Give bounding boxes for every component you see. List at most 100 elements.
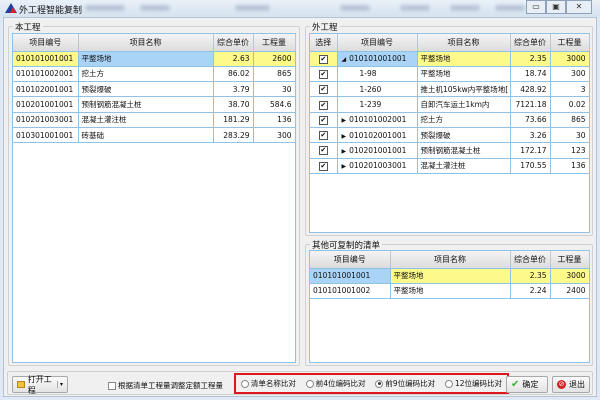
radio-label: 12位编码比对 bbox=[455, 379, 503, 388]
table-row[interactable]: 010201003001 混凝土灌注桩 181.29 136 bbox=[13, 112, 296, 128]
cell-code: ▶ 010101002001 bbox=[337, 112, 418, 128]
external-items-table[interactable]: 选择 项目编号 项目名称 综合单价 工程量 ✔ ◢ 010101001001 平整场地… bbox=[310, 34, 590, 174]
table-row[interactable]: ✔ ▶ 010201001001 预制钢筋混凝土桩 172.17 123 bbox=[310, 142, 590, 159]
open-project-button[interactable]: 打开工程 ▾ bbox=[12, 375, 68, 395]
checkbox[interactable]: ✔ bbox=[318, 161, 328, 171]
cell-name: 预制钢筋混凝土桩 bbox=[78, 96, 214, 113]
col-price[interactable]: 综合单价 bbox=[510, 34, 551, 52]
cell-name: 平整场地 bbox=[78, 51, 214, 67]
local-items-table[interactable]: 项目编号 项目名称 综合单价 工程量 010101001001 平整场地 2.63 2… bbox=[13, 34, 296, 144]
col-price[interactable]: 综合单价 bbox=[510, 251, 551, 269]
checkbox[interactable]: ✔ bbox=[318, 85, 328, 95]
col-name[interactable]: 项目名称 bbox=[78, 34, 214, 52]
cell-qty: 30 bbox=[550, 127, 590, 144]
radio-button-icon[interactable] bbox=[375, 379, 384, 388]
code-text: 1-239 bbox=[359, 100, 382, 110]
table-row[interactable]: ✔ 1-239 自卸汽车运土1km内 7121.18 0.02 bbox=[310, 96, 590, 113]
maximize-button[interactable]: ▣ bbox=[546, 0, 566, 14]
table-row[interactable]: ✔ 1-98 平整场地 18.74 300 bbox=[310, 66, 590, 83]
expand-icon[interactable]: ▶ bbox=[342, 133, 347, 140]
other-items-group: 其他可复制的清单 项目编号 项目名称 综合单价 工程量 010101001001… bbox=[305, 239, 593, 366]
table-row[interactable]: ✔ 1-260 推土机105kw内平整场地[428.92 3 bbox=[310, 81, 590, 98]
cell-code: 010101001001 bbox=[13, 51, 79, 67]
col-code[interactable]: 项目编号 bbox=[337, 34, 418, 52]
cell-select[interactable]: ✔ bbox=[310, 142, 338, 159]
checkbox[interactable]: ✔ bbox=[318, 100, 328, 110]
col-code[interactable]: 项目编号 bbox=[13, 34, 79, 52]
radio-button-icon[interactable] bbox=[240, 379, 249, 388]
cell-name: 砖基础 bbox=[78, 127, 214, 144]
cell-select[interactable]: ✔ bbox=[310, 51, 338, 67]
compare-mode-radio[interactable]: 前9位编码比对 bbox=[375, 378, 435, 389]
checkbox[interactable]: ✔ bbox=[318, 54, 328, 64]
close-button[interactable]: ✕ bbox=[566, 0, 592, 14]
table-row[interactable]: 010101002001 挖土方 86.02 865 bbox=[13, 66, 296, 83]
stop-icon: ⊘ bbox=[557, 380, 566, 389]
cell-price: 2.35 bbox=[510, 268, 551, 284]
col-code[interactable]: 项目编号 bbox=[310, 251, 391, 269]
table-row[interactable]: 010101001002 平整场地 2.24 2400 bbox=[310, 283, 590, 300]
cell-price: 86.02 bbox=[213, 66, 254, 83]
cell-select[interactable]: ✔ bbox=[310, 112, 338, 128]
cell-qty: 2600 bbox=[253, 51, 296, 67]
cell-qty: 136 bbox=[253, 112, 296, 128]
cell-name: 预制钢筋混凝土桩 bbox=[417, 142, 511, 159]
cell-qty: 136 bbox=[550, 158, 590, 174]
cell-price: 3.79 bbox=[213, 81, 254, 98]
external-project-label: 外工程 bbox=[310, 21, 340, 33]
table-row[interactable]: ✔ ▶ 010102001001 预裂爆破 3.26 30 bbox=[310, 127, 590, 144]
table-row[interactable]: 010101001001 平整场地 2.35 3000 bbox=[310, 268, 590, 284]
minimize-button[interactable]: ▭ bbox=[526, 0, 546, 14]
checkbox[interactable]: ✔ bbox=[318, 131, 328, 141]
cell-qty: 584.6 bbox=[253, 96, 296, 113]
cell-price: 283.29 bbox=[213, 127, 254, 144]
expand-icon[interactable]: ▶ bbox=[342, 148, 347, 155]
checkbox[interactable]: ✔ bbox=[318, 69, 328, 79]
col-select[interactable]: 选择 bbox=[310, 34, 338, 52]
table-row[interactable]: ✔ ▶ 010201003001 混凝土灌注桩 170.55 136 bbox=[310, 158, 590, 174]
cell-select[interactable]: ✔ bbox=[310, 96, 338, 113]
cell-code: 010101001001 bbox=[310, 268, 391, 284]
cell-price: 428.92 bbox=[510, 81, 551, 98]
table-row[interactable]: 010201001001 预制钢筋混凝土桩 38.70 584.6 bbox=[13, 96, 296, 113]
col-qty[interactable]: 工程量 bbox=[253, 34, 296, 52]
checkbox[interactable]: ✔ bbox=[318, 146, 328, 156]
code-text: 010101002001 bbox=[349, 115, 407, 125]
compare-mode-radio[interactable]: 前4位编码比对 bbox=[305, 378, 366, 389]
col-name[interactable]: 项目名称 bbox=[390, 251, 511, 269]
cell-code: 010102001001 bbox=[13, 81, 79, 98]
external-project-group: 外工程 选择 项目编号 项目名称 综合单价 工程量 ✔ ◢ 010101001001… bbox=[305, 21, 593, 236]
adjust-quantity-checkbox[interactable]: 根据清单工程量调整定额工程量 bbox=[108, 380, 223, 391]
exit-button[interactable]: ⊘ 退出 bbox=[552, 376, 590, 393]
cell-select[interactable]: ✔ bbox=[310, 66, 338, 83]
code-text: 010201003001 bbox=[349, 161, 407, 171]
compare-mode-radio[interactable]: 清单名称比对 bbox=[240, 378, 296, 389]
expand-icon[interactable]: ▶ bbox=[342, 163, 347, 170]
table-row[interactable]: 010101001001 平整场地 2.63 2600 bbox=[13, 51, 296, 67]
cell-name: 混凝土灌注桩 bbox=[78, 112, 214, 128]
dropdown-arrow-icon[interactable]: ▾ bbox=[56, 381, 63, 388]
checkbox[interactable]: ✔ bbox=[318, 115, 328, 125]
cell-name: 预裂爆破 bbox=[417, 127, 511, 144]
col-name[interactable]: 项目名称 bbox=[417, 34, 511, 52]
col-price[interactable]: 综合单价 bbox=[213, 34, 254, 52]
compare-mode-radio[interactable]: 12位编码比对 bbox=[445, 378, 502, 389]
radio-button-icon[interactable] bbox=[305, 379, 314, 388]
table-row[interactable]: 010102001001 预裂爆破 3.79 30 bbox=[13, 81, 296, 98]
cell-code: 1-239 bbox=[337, 96, 418, 113]
collapse-icon[interactable]: ◢ bbox=[342, 56, 347, 63]
cell-select[interactable]: ✔ bbox=[310, 81, 338, 98]
checkbox-icon[interactable] bbox=[108, 381, 116, 390]
table-row[interactable]: 010301001001 砖基础 283.29 300 bbox=[13, 127, 296, 144]
col-qty[interactable]: 工程量 bbox=[550, 251, 590, 269]
ok-button[interactable]: ✔ 确定 bbox=[506, 376, 548, 393]
col-qty[interactable]: 工程量 bbox=[550, 34, 590, 52]
cell-select[interactable]: ✔ bbox=[310, 127, 338, 144]
expand-icon[interactable]: ▶ bbox=[342, 117, 347, 124]
table-row[interactable]: ✔ ▶ 010101002001 挖土方 73.66 865 bbox=[310, 112, 590, 128]
cell-select[interactable]: ✔ bbox=[310, 158, 338, 174]
other-items-table[interactable]: 项目编号 项目名称 综合单价 工程量 010101001001 平整场地 2.35 3… bbox=[310, 251, 590, 300]
radio-button-icon[interactable] bbox=[445, 379, 454, 388]
table-row[interactable]: ✔ ◢ 010101001001 平整场地 2.35 3000 bbox=[310, 51, 590, 67]
cell-qty: 300 bbox=[550, 66, 590, 83]
